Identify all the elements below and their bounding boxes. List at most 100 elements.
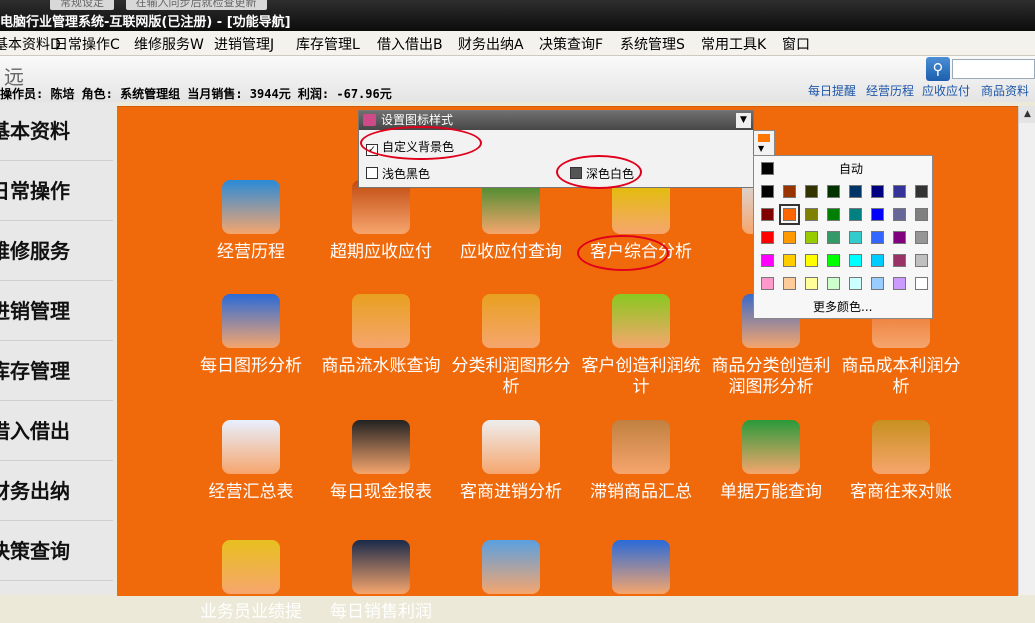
menu-item[interactable]: 窗口 <box>782 34 810 54</box>
function-tile[interactable]: 滞销商品汇总 <box>577 420 705 503</box>
color-swatch[interactable] <box>783 185 796 198</box>
color-swatch[interactable] <box>849 277 862 290</box>
color-swatch[interactable] <box>827 277 840 290</box>
color-swatch[interactable] <box>871 277 884 290</box>
color-swatch[interactable] <box>915 277 928 290</box>
color-swatch[interactable] <box>805 254 818 267</box>
function-tile[interactable]: 每日销售利润 <box>317 540 445 623</box>
popup-dropdown-icon[interactable]: ▼ <box>736 113 751 128</box>
function-tile[interactable]: 超期应收应付 <box>317 180 445 263</box>
auto-color-swatch[interactable] <box>761 162 774 175</box>
color-swatch[interactable] <box>761 231 774 244</box>
sidebar-item[interactable]: 财务出纳 <box>0 462 113 521</box>
sidebar-item[interactable]: 进销管理 <box>0 282 113 341</box>
auto-color-label[interactable]: 自动 <box>839 160 863 177</box>
tile-label: 业务员业绩提 <box>200 602 302 622</box>
color-swatch[interactable] <box>915 185 928 198</box>
map-icon <box>222 294 280 348</box>
link-business-history[interactable]: 经营历程 <box>866 82 914 99</box>
more-colors-button[interactable]: 更多颜色... <box>813 298 872 315</box>
color-swatch[interactable] <box>849 254 862 267</box>
function-tile[interactable] <box>577 540 705 602</box>
sidebar-item[interactable]: 日常操作 <box>0 162 113 221</box>
color-swatch[interactable] <box>871 185 884 198</box>
menu-item[interactable]: 财务出纳A <box>458 34 524 54</box>
color-swatch[interactable] <box>805 277 818 290</box>
link-receivable-payable[interactable]: 应收应付 <box>922 82 970 99</box>
color-swatch[interactable] <box>849 208 862 221</box>
scroll-up-arrow-icon[interactable]: ▲ <box>1019 106 1035 123</box>
color-swatch[interactable] <box>871 254 884 267</box>
color-swatch[interactable] <box>827 185 840 198</box>
menu-item[interactable]: 基本资料D <box>0 34 61 54</box>
wallet-icon <box>612 420 670 474</box>
color-swatch[interactable] <box>915 208 928 221</box>
light-black-option[interactable]: 浅色黑色 <box>366 165 430 182</box>
rose-icon <box>352 294 410 348</box>
color-swatch[interactable] <box>783 277 796 290</box>
sidebar-item[interactable]: 库存管理 <box>0 342 113 401</box>
search-button[interactable]: ⚲ <box>926 57 950 81</box>
color-swatch[interactable] <box>849 185 862 198</box>
color-swatch[interactable] <box>893 231 906 244</box>
function-tile[interactable]: 分类利润图形分析 <box>447 294 575 398</box>
function-tile[interactable]: 客商进销分析 <box>447 420 575 503</box>
tile-label: 每日图形分析 <box>200 356 302 376</box>
menu-item[interactable]: 系统管理S <box>620 34 685 54</box>
color-swatch[interactable] <box>783 231 796 244</box>
menu-item[interactable]: 库存管理L <box>296 34 360 54</box>
menu-item[interactable]: 借入借出B <box>377 34 443 54</box>
color-button[interactable]: ▼ <box>753 130 775 156</box>
color-swatch[interactable] <box>805 208 818 221</box>
color-swatch[interactable] <box>779 204 800 225</box>
satellite-icon <box>612 540 670 594</box>
vertical-scrollbar[interactable]: ▲ <box>1018 106 1035 595</box>
color-swatch[interactable] <box>783 254 796 267</box>
color-swatch[interactable] <box>827 231 840 244</box>
sidebar-item[interactable]: 决策查询 <box>0 522 113 581</box>
tile-label: 单据万能查询 <box>720 482 822 502</box>
function-tile[interactable]: 客户创造利润统计 <box>577 294 705 398</box>
color-swatch[interactable] <box>893 185 906 198</box>
link-product-data[interactable]: 商品资料 <box>981 82 1029 99</box>
color-swatch[interactable] <box>827 208 840 221</box>
color-swatch[interactable] <box>871 231 884 244</box>
color-swatch[interactable] <box>827 254 840 267</box>
color-swatch[interactable] <box>805 231 818 244</box>
color-swatch[interactable] <box>871 208 884 221</box>
sidebar-item[interactable]: 借入借出 <box>0 402 113 461</box>
menu-item[interactable]: 日常操作C <box>54 34 120 54</box>
function-tile[interactable]: 应收应付查询 <box>447 180 575 263</box>
link-daily-reminder[interactable]: 每日提醒 <box>808 82 856 99</box>
tile-label: 应收应付查询 <box>460 242 562 262</box>
color-swatch[interactable] <box>893 277 906 290</box>
function-tile[interactable]: 商品流水账查询 <box>317 294 445 377</box>
color-swatch[interactable] <box>849 231 862 244</box>
color-swatch[interactable] <box>761 208 774 221</box>
color-swatch[interactable] <box>761 254 774 267</box>
function-tile[interactable]: 经营汇总表 <box>187 420 315 503</box>
color-swatch[interactable] <box>761 185 774 198</box>
window-title: 电脑行业管理系统-互联网版(已注册) - [功能导航] <box>0 15 291 30</box>
function-tile[interactable]: 经营历程 <box>187 180 315 263</box>
search-input[interactable] <box>952 59 1035 79</box>
color-swatch[interactable] <box>915 254 928 267</box>
menu-item[interactable]: 维修服务W <box>134 34 204 54</box>
menu-item[interactable]: 决策查询F <box>539 34 603 54</box>
color-swatch[interactable] <box>893 208 906 221</box>
ghost-tab: 常规设定 <box>50 0 114 10</box>
sidebar-item[interactable]: 基本资料 <box>0 102 113 161</box>
menu-item[interactable]: 常用工具K <box>701 34 766 54</box>
function-tile[interactable]: 业务员业绩提 <box>187 540 315 623</box>
function-tile[interactable]: 客商往来对账 <box>837 420 965 503</box>
function-tile[interactable] <box>447 540 575 602</box>
function-tile[interactable]: 单据万能查询 <box>707 420 835 503</box>
function-tile[interactable]: 每日现金报表 <box>317 420 445 503</box>
sidebar-item[interactable]: 维修服务 <box>0 222 113 281</box>
color-swatch[interactable] <box>893 254 906 267</box>
function-tile[interactable]: 每日图形分析 <box>187 294 315 377</box>
menu-item[interactable]: 进销管理J <box>214 34 274 54</box>
color-swatch[interactable] <box>761 277 774 290</box>
color-swatch[interactable] <box>805 185 818 198</box>
color-swatch[interactable] <box>915 231 928 244</box>
